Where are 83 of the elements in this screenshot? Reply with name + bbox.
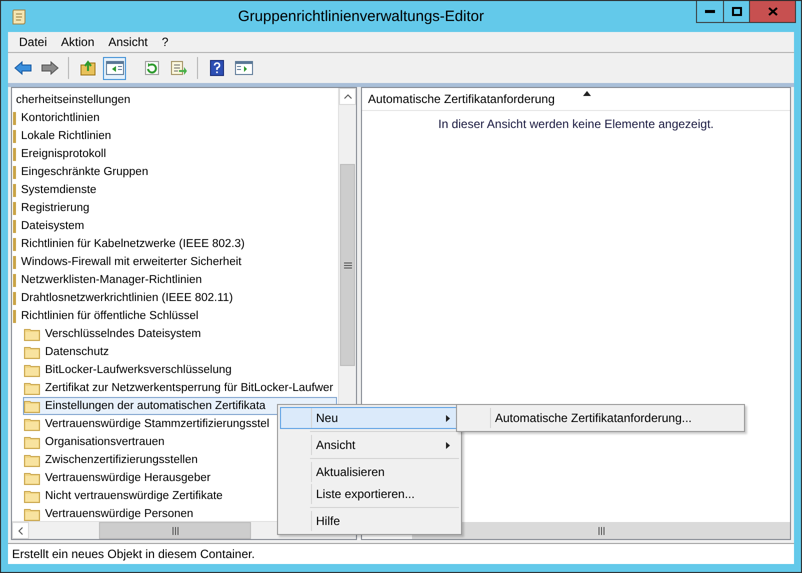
status-text: Erstellt ein neues Objekt in diesem Container. <box>12 547 255 561</box>
minimize-button[interactable] <box>696 1 724 23</box>
tree-item[interactable]: BitLocker-Laufwerksverschlüsselung <box>23 361 236 379</box>
tree-item[interactable]: Eingeschränkte Gruppen <box>12 163 152 181</box>
tree-item[interactable]: Drahtlosnetzwerkrichtlinien (IEEE 802.11) <box>12 289 237 307</box>
tree-pane-icon <box>106 61 124 75</box>
folder-icon <box>24 454 40 466</box>
menu-item[interactable]: Automatische Zertifikatanforderung... <box>459 407 742 429</box>
policy-icon <box>13 202 16 214</box>
policy-icon <box>13 292 16 304</box>
folder-icon <box>24 328 40 340</box>
folder-icon <box>24 436 40 448</box>
minimize-icon <box>705 10 715 13</box>
help-icon <box>210 60 224 76</box>
menu-item[interactable]: Neu <box>280 407 459 429</box>
tree-item[interactable]: Systemdienste <box>12 181 100 199</box>
empty-message: In dieser Ansicht werden keine Elemente angezeigt. <box>437 117 715 131</box>
close-button[interactable] <box>750 1 796 23</box>
policy-icon <box>13 256 16 268</box>
tree-item[interactable]: Datenschutz <box>23 343 113 361</box>
back-arrow-icon <box>14 61 32 75</box>
tree-item[interactable]: Kontorichtlinien <box>12 109 104 127</box>
policy-icon <box>13 130 16 142</box>
column-header[interactable]: Automatische Zertifikatanforderung <box>368 92 555 106</box>
menu-item[interactable]: Hilfe <box>280 510 459 532</box>
policy-icon <box>13 184 16 196</box>
tree-item[interactable]: Dateisystem <box>12 217 88 235</box>
action-pane-icon <box>234 61 252 75</box>
export-list-icon <box>170 60 188 76</box>
menu-item[interactable]: Aktion <box>54 34 102 50</box>
grip-icon <box>598 526 604 534</box>
policy-icon <box>13 220 16 232</box>
tree-item[interactable]: Vertrauenswürdige Herausgeber <box>23 469 215 487</box>
scroll-up-icon <box>344 94 352 99</box>
tree-item[interactable]: Windows-Firewall mit erweiterter Sicherheit <box>12 253 246 271</box>
horizontal-scrollbar[interactable] <box>412 522 790 539</box>
tree-item[interactable]: Nicht vertrauenswürdige Zertifikate <box>23 487 227 505</box>
tree-item[interactable]: Ereignisprotokoll <box>12 145 110 163</box>
folder-icon <box>24 364 40 376</box>
tree-item[interactable]: Verschlüsselndes Dateisystem <box>23 325 205 343</box>
forward-arrow-icon <box>40 61 58 75</box>
folder-icon <box>24 490 40 502</box>
scroll-icon <box>12 9 26 25</box>
scroll-left-icon <box>18 526 23 534</box>
submenu-arrow-icon <box>446 414 450 422</box>
refresh-icon <box>144 60 160 76</box>
tree-item[interactable]: cherheitseinstellungen <box>15 91 134 109</box>
folder-icon <box>24 346 40 358</box>
tree-item[interactable]: Lokale Richtlinien <box>12 127 116 145</box>
menu-item[interactable]: Aktualisieren <box>280 461 459 483</box>
maximize-icon <box>732 7 742 16</box>
window-title: Gruppenrichtlinienverwaltungs-Editor <box>237 8 485 25</box>
tree-item[interactable]: Zertifikat zur Netzwerkentsperrung für BitLocker-Laufwer <box>23 379 338 397</box>
menu-item[interactable]: ? <box>154 34 176 50</box>
tree-item[interactable]: Vertrauenswürdige Stammzertifizierungsstel <box>23 415 274 433</box>
tree-item[interactable]: Zwischenzertifizierungsstellen <box>23 451 202 469</box>
tree-item[interactable]: Organisationsvertrauen <box>23 433 169 451</box>
submenu-arrow-icon <box>446 442 450 448</box>
menu-item[interactable]: Datei <box>12 34 54 50</box>
policy-icon <box>13 148 16 160</box>
folder-icon <box>24 382 40 394</box>
tree-item[interactable]: Vertrauenswürdige Personen <box>23 505 198 521</box>
policy-icon <box>13 166 16 178</box>
tree-item[interactable]: Netzwerklisten-Manager-Richtlinien <box>12 271 206 289</box>
folder-icon <box>24 418 40 430</box>
policy-icon <box>13 274 16 286</box>
policy-icon <box>13 238 16 250</box>
tree-item[interactable]: Richtlinien für Kabelnetzwerke (IEEE 802.3) <box>12 235 249 253</box>
policy-icon <box>13 310 16 322</box>
folder-icon <box>24 472 40 484</box>
folder-icon <box>24 508 40 520</box>
menu-item[interactable]: Liste exportieren... <box>280 483 459 505</box>
folder-up-icon <box>80 60 96 76</box>
menu-item[interactable]: Ansicht <box>280 434 459 456</box>
folder-icon <box>24 400 40 412</box>
grip-icon <box>172 526 178 534</box>
policy-icon <box>13 112 16 124</box>
menu-item[interactable]: Ansicht <box>101 34 155 50</box>
tree-item[interactable]: Registrierung <box>12 199 94 217</box>
maximize-button[interactable] <box>724 1 750 23</box>
close-icon <box>768 7 778 16</box>
tree-item[interactable]: Richtlinien für öffentliche Schlüssel <box>12 307 202 325</box>
grip-icon <box>344 262 352 268</box>
